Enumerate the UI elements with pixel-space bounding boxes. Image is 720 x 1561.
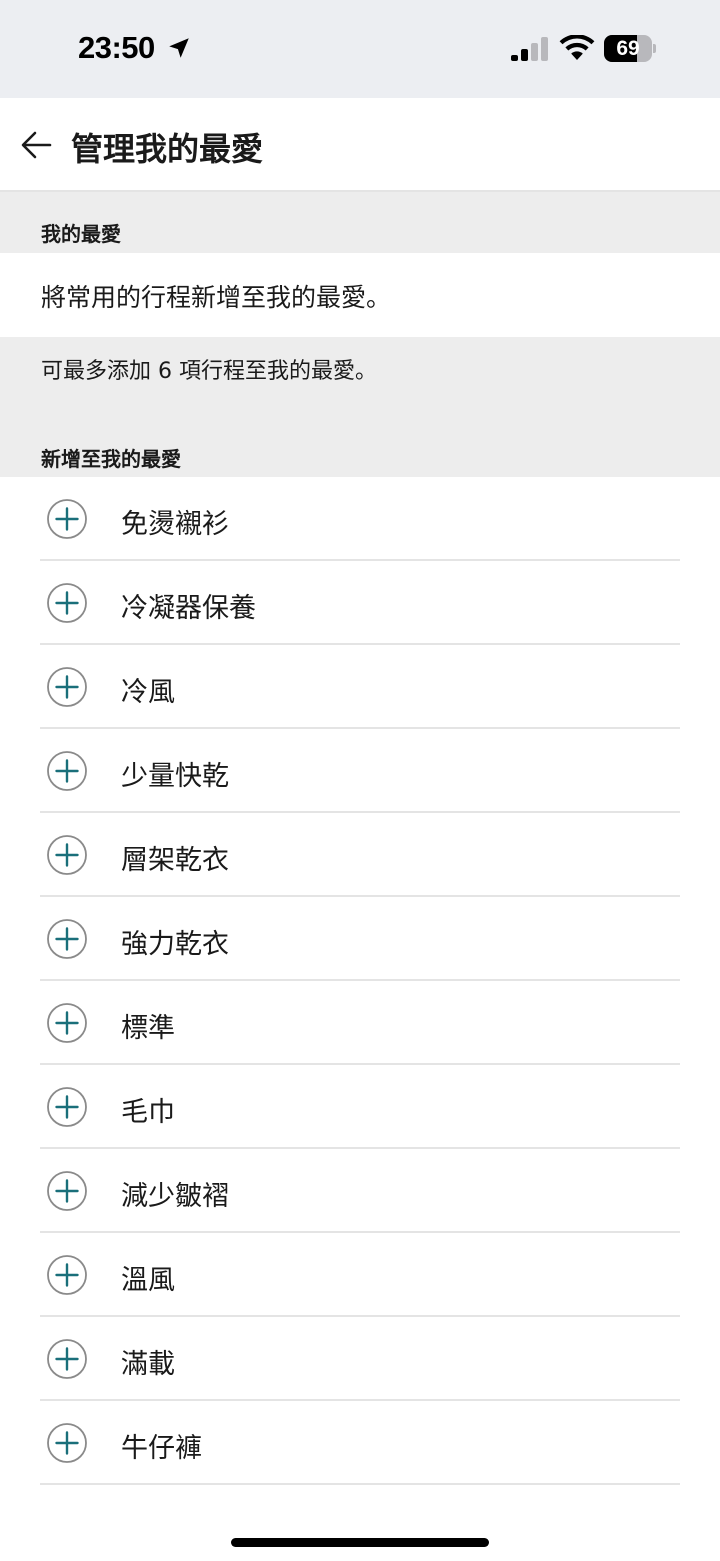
list-item-label: 強力乾衣 [121, 929, 229, 960]
add-circle-icon[interactable] [47, 1171, 87, 1211]
favorites-empty-text: 將常用的行程新增至我的最愛。 [41, 283, 392, 312]
list-item[interactable]: 牛仔褲 [0, 1401, 720, 1485]
list-item-label: 層架乾衣 [121, 845, 229, 876]
add-circle-icon[interactable] [47, 667, 87, 707]
cellular-signal-icon [511, 37, 548, 61]
list-item[interactable]: 溫風 [0, 1233, 720, 1317]
list-item-label: 冷凝器保養 [121, 593, 256, 624]
signal-bar [521, 49, 528, 61]
add-circle-icon[interactable] [47, 1003, 87, 1043]
favorites-section-header: 我的最愛 [0, 192, 720, 253]
wifi-icon [559, 35, 595, 60]
arrow-left-icon [21, 131, 52, 159]
list-item-label: 毛巾 [121, 1097, 175, 1128]
favorites-section-title: 我的最愛 [41, 222, 121, 246]
home-indicator [231, 1538, 489, 1547]
add-circle-icon[interactable] [47, 1087, 87, 1127]
list-item-label: 冷風 [121, 677, 175, 708]
manage-favorites-screen: 23:50 69 管理我的最愛 我的最愛 將常用的行程新增至我的最愛。 新增至我… [0, 0, 720, 1561]
add-circle-icon[interactable] [47, 751, 87, 791]
add-circle-icon[interactable] [47, 1255, 87, 1295]
add-section-title: 新增至我的最愛 [41, 447, 181, 471]
list-item-label: 減少皺褶 [121, 1181, 229, 1212]
page-title: 管理我的最愛 [71, 130, 264, 168]
favorites-empty-row: 將常用的行程新增至我的最愛。 [0, 253, 720, 337]
list-item[interactable]: 層架乾衣 [0, 813, 720, 897]
add-circle-icon[interactable] [47, 499, 87, 539]
battery-percent: 69 [616, 37, 640, 60]
list-item[interactable]: 毛巾 [0, 1065, 720, 1149]
add-circle-icon[interactable] [47, 1423, 87, 1463]
list-item[interactable]: 強力乾衣 [0, 897, 720, 981]
add-circle-icon[interactable] [47, 583, 87, 623]
list-item-label: 溫風 [121, 1265, 175, 1296]
list-item[interactable]: 標準 [0, 981, 720, 1065]
back-button[interactable] [14, 123, 58, 167]
add-circle-icon[interactable] [47, 919, 87, 959]
list-item[interactable]: 冷風 [0, 645, 720, 729]
add-circle-icon[interactable] [47, 835, 87, 875]
list-item-label: 標準 [121, 1013, 175, 1044]
add-circle-icon[interactable] [47, 1339, 87, 1379]
list-item[interactable]: 滿載 [0, 1317, 720, 1401]
status-bar: 23:50 69 [0, 0, 720, 98]
program-list: 免燙襯衫冷凝器保養冷風少量快乾層架乾衣強力乾衣標準毛巾減少皺褶溫風滿載牛仔褲 [0, 477, 720, 1485]
list-item[interactable]: 冷凝器保養 [0, 561, 720, 645]
list-item-label: 牛仔褲 [121, 1433, 202, 1464]
signal-bar [531, 43, 538, 61]
signal-bar [541, 37, 548, 61]
list-item-label: 少量快乾 [121, 761, 229, 792]
list-item-label: 免燙襯衫 [121, 509, 229, 540]
favorites-limit-text: 可最多添加 6 項行程至我的最愛。 [41, 359, 377, 384]
list-item[interactable]: 免燙襯衫 [0, 477, 720, 561]
list-item[interactable]: 少量快乾 [0, 729, 720, 813]
signal-bar [511, 55, 518, 61]
list-item-label: 滿載 [121, 1349, 175, 1380]
list-item[interactable]: 減少皺褶 [0, 1149, 720, 1233]
app-header: 管理我的最愛 [0, 98, 720, 192]
status-time: 23:50 [78, 30, 155, 65]
location-arrow-icon [169, 38, 189, 58]
battery-indicator: 69 [604, 35, 656, 62]
